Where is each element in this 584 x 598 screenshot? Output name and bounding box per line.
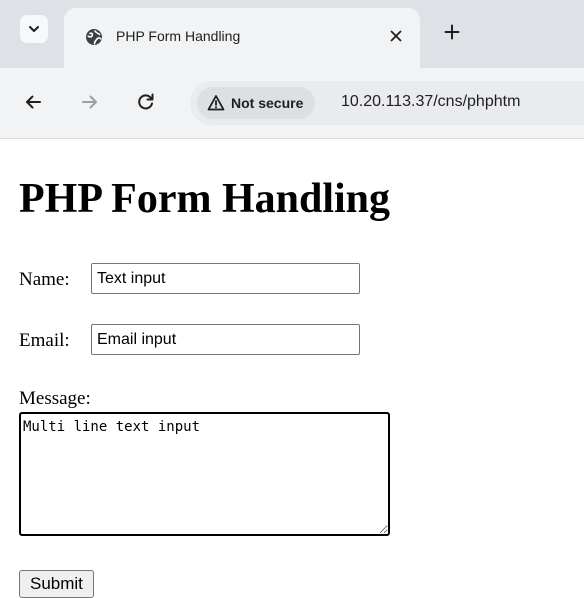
message-textarea[interactable]: Multi line text input	[19, 412, 390, 536]
chevron-down-icon	[29, 26, 39, 32]
tab-list-button[interactable]	[20, 15, 48, 43]
plus-icon	[444, 24, 460, 40]
warning-triangle-icon	[207, 95, 225, 111]
page-content: PHP Form Handling Name: Email: Message: …	[0, 139, 584, 598]
active-tab[interactable]: PHP Form Handling	[64, 8, 420, 68]
new-tab-button[interactable]	[440, 20, 464, 44]
reload-button[interactable]	[134, 90, 158, 114]
email-label: Email:	[19, 330, 70, 351]
arrow-left-icon	[26, 95, 41, 109]
tab-close-button[interactable]	[385, 25, 407, 47]
browser-toolbar: Not secure 10.20.113.37/cns/phphtm	[0, 68, 584, 139]
forward-button[interactable]	[78, 90, 102, 114]
reload-icon	[138, 93, 154, 110]
message-label: Message:	[19, 388, 91, 409]
browser-window: PHP Form Handling Not secure 10.20.113.3…	[0, 0, 584, 598]
url-text[interactable]: 10.20.113.37/cns/phphtm	[341, 93, 520, 111]
address-bar[interactable]: Not secure 10.20.113.37/cns/phphtm	[190, 81, 584, 125]
back-button[interactable]	[21, 90, 45, 114]
arrow-right-icon	[82, 95, 97, 109]
email-input[interactable]	[91, 324, 360, 355]
security-label: Not secure	[231, 95, 304, 111]
security-chip[interactable]: Not secure	[197, 87, 316, 119]
page-title: PHP Form Handling	[19, 176, 391, 222]
name-label: Name:	[19, 269, 70, 290]
globe-icon	[86, 29, 102, 45]
name-input[interactable]	[91, 263, 360, 294]
close-icon	[390, 30, 402, 42]
tab-title: PHP Form Handling	[116, 28, 241, 44]
tab-strip: PHP Form Handling	[0, 0, 584, 68]
submit-button[interactable]: Submit	[19, 570, 94, 598]
